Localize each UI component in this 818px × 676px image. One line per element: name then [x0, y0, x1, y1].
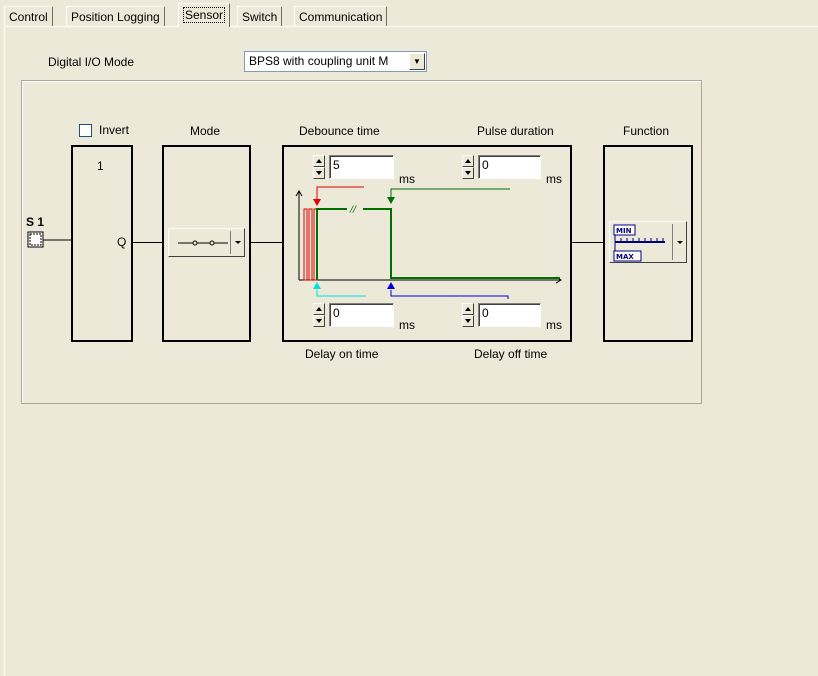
digital-io-mode-value: BPS8 with coupling unit M	[249, 54, 389, 68]
digital-io-mode-select[interactable]: BPS8 with coupling unit M ▼	[244, 51, 427, 72]
sensor-connector-icon	[27, 231, 72, 248]
chevron-down-icon	[677, 241, 683, 244]
debounce-time-header: Debounce time	[299, 124, 380, 138]
spin-down-icon[interactable]	[313, 167, 325, 179]
connector-line	[572, 242, 603, 243]
tab-control[interactable]: Control	[4, 6, 53, 26]
delay-off-time-input[interactable]: 0	[478, 303, 541, 327]
delay-off-time-label: Delay off time	[474, 347, 548, 361]
sensor-name: S 1	[26, 215, 45, 229]
digital-io-mode-dropdown-button[interactable]: ▼	[409, 53, 425, 70]
delay-on-time-input[interactable]: 0	[329, 303, 394, 327]
spin-down-icon[interactable]	[462, 315, 474, 327]
tab-switch[interactable]: Switch	[237, 6, 283, 26]
tab-communication[interactable]: Communication	[294, 6, 388, 26]
min-max-range-icon: MIN MAX	[613, 224, 665, 262]
timing-diagram: //	[295, 186, 562, 299]
spin-up-icon[interactable]	[462, 303, 474, 315]
spin-up-icon[interactable]	[462, 155, 474, 167]
invert-label: Invert	[99, 123, 130, 137]
delay-off-time-spinner[interactable]	[462, 303, 474, 327]
mode-header: Mode	[190, 124, 221, 138]
delay-on-time-spinner[interactable]	[313, 303, 325, 327]
tab-sensor[interactable]: Sensor	[178, 3, 231, 27]
delay-on-time-unit: ms	[399, 318, 415, 332]
spin-up-icon[interactable]	[313, 155, 325, 167]
function-header: Function	[623, 124, 670, 138]
debounce-time-spinner[interactable]	[313, 155, 325, 179]
mode-dropdown[interactable]	[168, 228, 245, 257]
svg-text://: //	[349, 205, 357, 215]
debounce-time-input[interactable]: 5	[329, 155, 394, 179]
chevron-down-icon: ▼	[413, 57, 421, 66]
spin-up-icon[interactable]	[313, 303, 325, 315]
spin-down-icon[interactable]	[462, 167, 474, 179]
max-badge-text: MAX	[616, 253, 634, 261]
gate-output-label: Q	[117, 235, 127, 249]
pulse-duration-spinner[interactable]	[462, 155, 474, 179]
invert-checkbox[interactable]	[79, 124, 92, 137]
spin-down-icon[interactable]	[313, 315, 325, 327]
dropdown-separator	[230, 231, 231, 254]
connector-line	[251, 242, 282, 243]
delay-on-time-label: Delay on time	[305, 347, 379, 361]
tab-position-logging[interactable]: Position Logging	[66, 6, 165, 26]
digital-io-mode-label: Digital I/O Mode	[48, 55, 135, 69]
delay-off-time-unit: ms	[546, 318, 562, 332]
pulse-duration-input[interactable]: 0	[478, 155, 541, 179]
dropdown-separator	[672, 224, 673, 260]
function-dropdown[interactable]: MIN MAX	[609, 221, 687, 263]
min-badge-text: MIN	[616, 227, 632, 235]
connector-line	[133, 242, 162, 243]
pulse-duration-header: Pulse duration	[477, 124, 554, 138]
switch-contact-icon	[178, 240, 228, 246]
chevron-down-icon	[235, 241, 241, 244]
gate-label: 1	[97, 159, 104, 173]
